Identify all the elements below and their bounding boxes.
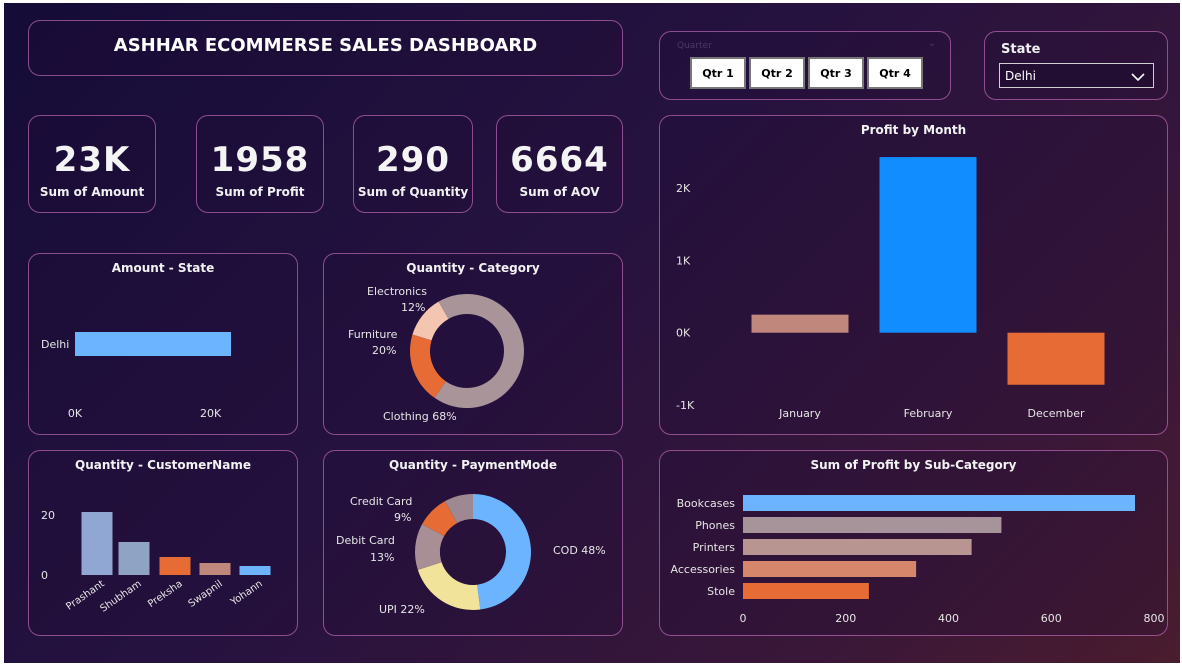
- bar: [199, 563, 231, 575]
- qtr2-button[interactable]: Qtr 2: [749, 57, 805, 89]
- slice-label: Furniture: [348, 328, 398, 341]
- bar: [81, 512, 113, 575]
- bar: [879, 157, 977, 333]
- state-slicer: State Delhi: [984, 31, 1168, 100]
- slice-pct-label: 20%: [372, 344, 396, 357]
- donut-slice: [473, 494, 532, 610]
- chevron-down-icon: [1131, 73, 1145, 82]
- slice-label: UPI 22%: [379, 603, 425, 616]
- profit-month-card: Profit by Month -1K 0K 1K 2K January February…: [659, 115, 1168, 435]
- title-card: ASHHAR ECOMMERSE SALES DASHBOARD: [28, 20, 623, 76]
- tick-label: 0K: [676, 327, 691, 340]
- slice-pct-label: 9%: [394, 511, 411, 524]
- donut-slice: [417, 562, 481, 610]
- kpi-card-profit: 1958 Sum of Profit: [196, 115, 324, 213]
- bar: [118, 542, 150, 575]
- tick-label: 20K: [200, 407, 222, 420]
- qtr4-button[interactable]: Qtr 4: [867, 57, 923, 89]
- bar: [159, 557, 191, 575]
- category-label: Printers: [693, 541, 736, 554]
- slice-label: Debit Card: [336, 534, 395, 547]
- category-label: Yohann: [228, 578, 265, 608]
- profit-subcategory-chart: Bookcases Phones Printers Accessories Stole 0…: [671, 495, 1165, 625]
- dashboard-title: ASHHAR ECOMMERSE SALES DASHBOARD: [113, 35, 538, 56]
- bar: [743, 539, 972, 555]
- tick-label: -1K: [676, 399, 695, 412]
- kpi-label: Sum of Amount: [39, 185, 145, 199]
- bar: [239, 566, 271, 575]
- category-label: Stole: [707, 585, 735, 598]
- state-slicer-label: State: [1001, 42, 1041, 57]
- slice-label: Credit Card: [350, 495, 412, 508]
- kpi-value: 1958: [210, 140, 310, 180]
- tick-label: 600: [1041, 612, 1062, 625]
- profit-month-chart: -1K 0K 1K 2K January February December: [676, 157, 1105, 420]
- dashboard-canvas: ASHHAR ECOMMERSE SALES DASHBOARD Quarter…: [4, 3, 1180, 663]
- tick-label: 1K: [676, 254, 691, 267]
- bar: [743, 561, 917, 577]
- category-label: Bookcases: [677, 497, 736, 510]
- kpi-label: Sum of Quantity: [357, 185, 469, 199]
- bar: [743, 517, 1002, 533]
- quantity-payment-card: Quantity - PaymentMode COD 48% UPI 22% Deb…: [323, 450, 623, 636]
- kpi-card-aov: 6664 Sum of AOV: [496, 115, 623, 213]
- slice-label: COD 48%: [553, 544, 606, 557]
- qtr3-button[interactable]: Qtr 3: [808, 57, 864, 89]
- tick-label: 200: [835, 612, 856, 625]
- amount-state-chart: Delhi 0K 20K: [41, 332, 231, 420]
- tick-label: 2K: [676, 182, 691, 195]
- kpi-label: Sum of Profit: [215, 185, 305, 199]
- bar: [1007, 332, 1105, 385]
- slice-label: Electronics: [367, 285, 427, 298]
- category-label: Swapnil: [187, 578, 225, 609]
- kpi-card-amount: 23K Sum of Amount: [28, 115, 156, 213]
- tick-label: 400: [938, 612, 959, 625]
- quantity-payment-chart: COD 48% UPI 22% Debit Card 13% Credit Card 9%: [336, 494, 606, 616]
- tick-label: 800: [1144, 612, 1165, 625]
- slice-pct-label: 13%: [370, 551, 394, 564]
- category-label: Phones: [695, 519, 735, 532]
- category-label: Delhi: [41, 338, 69, 351]
- slice-label: Clothing 68%: [383, 410, 457, 423]
- category-label: Accessories: [671, 563, 736, 576]
- kpi-label: Sum of AOV: [519, 185, 600, 199]
- quantity-category-card: Quantity - Category Clothing 68% Furnitur…: [323, 253, 623, 435]
- state-dropdown[interactable]: Delhi: [999, 63, 1154, 88]
- bar: [743, 495, 1135, 511]
- quarter-slicer: Quarter ⌄ Qtr 1 Qtr 2 Qtr 3 Qtr 4: [659, 31, 951, 100]
- kpi-value: 23K: [53, 140, 131, 180]
- quarter-slicer-label: Quarter: [677, 41, 712, 51]
- amount-state-card: Amount - State Delhi 0K 20K: [28, 253, 298, 435]
- donut-slice: [410, 334, 446, 398]
- chevron-down-icon[interactable]: ⌄: [928, 38, 936, 49]
- donut-slice: [434, 294, 524, 408]
- category-label: January: [778, 407, 821, 420]
- quantity-category-chart: Clothing 68% Furniture 20% Electronics 12%: [348, 285, 524, 423]
- category-label: Shubham: [98, 578, 143, 614]
- tick-label: 0: [41, 569, 48, 582]
- bar: [743, 583, 869, 599]
- quantity-customer-chart: 020PrashantShubham Preksha Swapnil Yohann: [41, 509, 271, 615]
- category-label: Preksha: [146, 578, 185, 610]
- bar: [751, 314, 849, 333]
- category-label: December: [1027, 407, 1085, 420]
- kpi-value: 6664: [510, 140, 609, 180]
- kpi-card-quantity: 290 Sum of Quantity: [353, 115, 473, 213]
- category-label: February: [904, 407, 953, 420]
- state-dropdown-value: Delhi: [1005, 69, 1036, 83]
- profit-subcategory-card: Sum of Profit by Sub-Category Bookcases P…: [659, 450, 1168, 636]
- quantity-customer-card: Quantity - CustomerName 0 20 Prashant Shubh…: [28, 450, 298, 636]
- tick-label: 20: [41, 509, 55, 522]
- tick-label: 0K: [68, 407, 83, 420]
- bar: [75, 332, 231, 356]
- kpi-value: 290: [376, 140, 450, 180]
- qtr1-button[interactable]: Qtr 1: [690, 57, 746, 89]
- tick-label: 0: [740, 612, 747, 625]
- slice-pct-label: 12%: [401, 301, 425, 314]
